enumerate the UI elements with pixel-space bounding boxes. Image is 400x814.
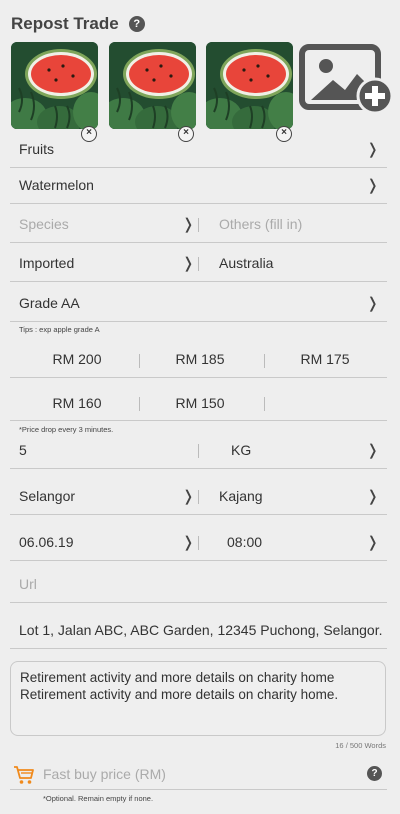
category-select[interactable]: Fruits ❭ xyxy=(10,131,387,168)
origin-select[interactable]: Imported xyxy=(10,255,74,271)
price-tier-1[interactable]: RM 200 xyxy=(22,351,132,367)
photo-thumbnail[interactable] xyxy=(11,42,98,129)
page-title: Repost Trade xyxy=(11,14,119,33)
divider xyxy=(198,536,199,550)
others-input[interactable]: Others (fill in) xyxy=(219,216,302,232)
word-counter: 16 / 500 Words xyxy=(335,741,386,750)
time-select[interactable]: 08:00 xyxy=(227,534,262,550)
address-value: Lot 1, Jalan ABC, ABC Garden, 12345 Puch… xyxy=(19,622,383,638)
product-select[interactable]: Watermelon ❭ xyxy=(10,167,387,204)
grade-select[interactable]: Grade AA ❭ xyxy=(10,285,387,322)
price-row-2: RM 160 RM 150 xyxy=(10,384,387,421)
divider xyxy=(139,354,140,368)
divider xyxy=(198,444,199,458)
photo-gallery: × × × xyxy=(11,42,394,142)
species-row: Species ❭ Others (fill in) xyxy=(10,206,387,243)
address-input[interactable]: Lot 1, Jalan ABC, ABC Garden, 12345 Puch… xyxy=(10,612,387,649)
divider xyxy=(10,420,387,421)
help-icon[interactable]: ? xyxy=(367,766,382,781)
chevron-right-icon: ❭ xyxy=(366,295,379,312)
category-value: Fruits xyxy=(19,141,54,157)
fast-buy-row: Fast buy price (RM) ? xyxy=(10,758,387,790)
quantity-row: 5 KG ❭ xyxy=(10,432,387,469)
price-tier-4[interactable]: RM 160 xyxy=(22,395,132,411)
price-tier-2[interactable]: RM 185 xyxy=(145,351,255,367)
country-input[interactable]: Australia xyxy=(219,255,273,271)
add-photo-icon[interactable] xyxy=(299,44,394,116)
shopping-cart-icon xyxy=(13,765,35,790)
chevron-right-icon: ❭ xyxy=(366,488,379,505)
divider xyxy=(139,397,140,411)
chevron-right-icon: ❭ xyxy=(366,141,379,158)
photo-thumbnail[interactable] xyxy=(109,42,196,129)
unit-select[interactable]: KG xyxy=(231,442,251,458)
grade-value: Grade AA xyxy=(19,295,80,311)
fast-buy-note: *Optional. Remain empty if none. xyxy=(43,794,154,803)
fast-buy-price-input[interactable]: Fast buy price (RM) xyxy=(43,766,166,782)
chevron-right-icon: ❭ xyxy=(182,216,195,233)
watermelon-image xyxy=(11,42,98,129)
chevron-right-icon: ❭ xyxy=(182,255,195,272)
url-input[interactable]: Url xyxy=(10,566,387,603)
city-select[interactable]: Kajang xyxy=(219,488,263,504)
watermelon-image xyxy=(109,42,196,129)
divider xyxy=(264,354,265,368)
price-tier-5[interactable]: RM 150 xyxy=(145,395,255,411)
photo-thumbnail[interactable] xyxy=(206,42,293,129)
header: Repost Trade ? xyxy=(11,12,145,36)
description-textarea[interactable]: Retirement activity and more details on … xyxy=(10,661,386,736)
state-select[interactable]: Selangor xyxy=(10,488,75,504)
price-row-1: RM 200 RM 185 RM 175 xyxy=(10,341,387,378)
divider xyxy=(198,490,199,504)
product-value: Watermelon xyxy=(19,177,94,193)
chevron-right-icon: ❭ xyxy=(366,442,379,459)
origin-row: Imported ❭ Australia xyxy=(10,245,387,282)
watermelon-image xyxy=(206,42,293,129)
quantity-input[interactable]: 5 xyxy=(10,442,27,458)
chevron-right-icon: ❭ xyxy=(366,177,379,194)
location-row: Selangor ❭ Kajang ❭ xyxy=(10,478,387,515)
divider xyxy=(198,257,199,271)
datetime-row: 06.06.19 ❭ 08:00 ❭ xyxy=(10,524,387,561)
chevron-right-icon: ❭ xyxy=(182,534,195,551)
price-tier-3[interactable]: RM 175 xyxy=(270,351,380,367)
chevron-right-icon: ❭ xyxy=(182,488,195,505)
help-icon[interactable]: ? xyxy=(128,16,145,32)
chevron-right-icon: ❭ xyxy=(366,534,379,551)
url-placeholder: Url xyxy=(19,576,37,592)
divider xyxy=(264,397,265,411)
divider xyxy=(198,218,199,232)
grade-tip: Tips : exp apple grade A xyxy=(19,325,100,334)
date-select[interactable]: 06.06.19 xyxy=(10,534,74,550)
species-select[interactable]: Species xyxy=(10,216,69,232)
